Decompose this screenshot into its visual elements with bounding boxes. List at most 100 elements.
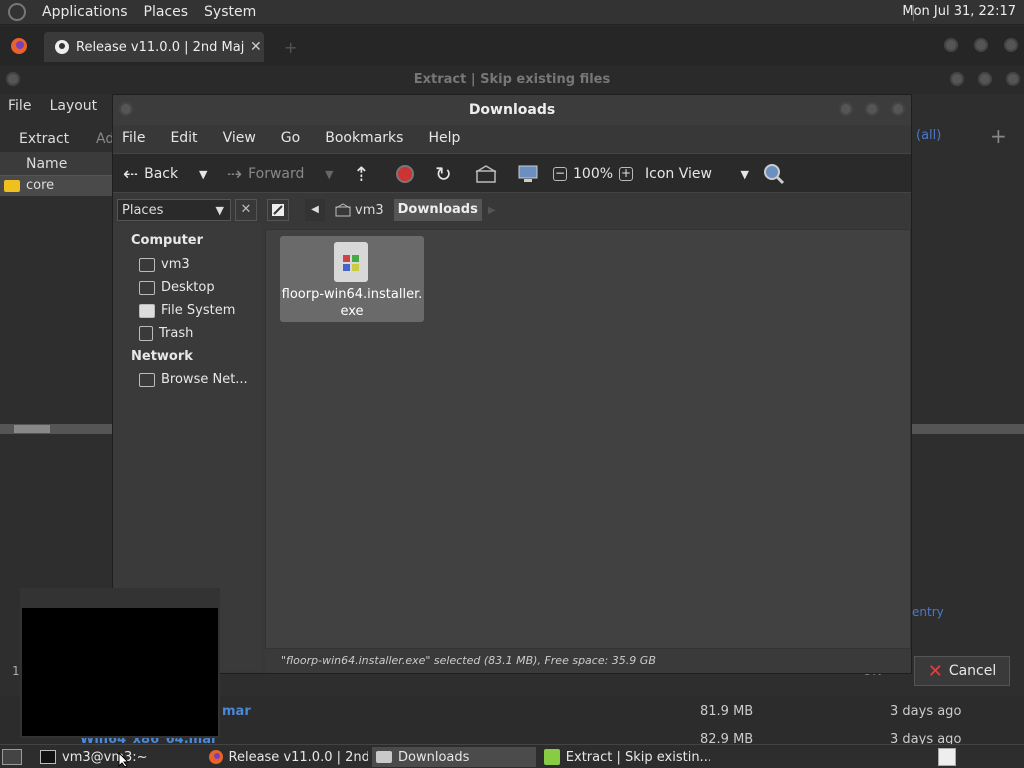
zoom-in-icon[interactable]: +	[619, 167, 634, 181]
github-icon	[55, 40, 69, 54]
terminal-preview-thumbnail[interactable]	[20, 588, 220, 738]
places-select[interactable]: Places ▼	[117, 199, 231, 221]
name-column[interactable]: Name	[26, 156, 67, 172]
file-size: 81.9 MB	[700, 704, 754, 719]
downloads-window: Downloads File Edit View Go Bookmarks He…	[112, 94, 912, 674]
executable-file-icon	[334, 242, 368, 282]
close-sidebar-icon[interactable]: ✕	[235, 199, 257, 221]
task-firefox[interactable]: Release v11.0.0 | 2nd...	[204, 747, 368, 767]
maximize-icon[interactable]	[974, 38, 988, 52]
reload-icon[interactable]: ↻	[435, 154, 452, 194]
select-all-link[interactable]: (all)	[916, 128, 941, 143]
system-menu[interactable]: System	[204, 4, 256, 20]
zoom-out-icon[interactable]: −	[553, 167, 567, 181]
file-name[interactable]: mar	[222, 704, 251, 719]
new-tab-icon[interactable]: +	[284, 38, 297, 57]
file-view[interactable]: floorp-win64.installer. exe	[265, 229, 911, 649]
home-icon	[139, 257, 155, 272]
computer-button[interactable]	[517, 154, 539, 194]
sidebar-item-desktop[interactable]: Desktop	[139, 280, 215, 295]
places-menu[interactable]: Places	[144, 4, 189, 20]
maximize-icon[interactable]	[865, 102, 879, 116]
path-left-arrow-icon[interactable]: ◀	[305, 199, 325, 221]
menu-edit[interactable]: Edit	[170, 130, 197, 146]
task-label: Extract | Skip existin...	[565, 749, 710, 765]
sidebar-item-vm3[interactable]: vm3	[139, 257, 190, 272]
edit-location-button[interactable]	[267, 199, 289, 221]
file-date: 3 days ago	[890, 704, 962, 719]
file-item[interactable]: floorp-win64.installer. exe	[280, 236, 424, 322]
applications-menu[interactable]: Applications	[42, 4, 128, 20]
add-icon[interactable]: +	[990, 124, 1007, 148]
sidebar-item-filesystem[interactable]: File System	[139, 303, 235, 318]
workspace-switcher[interactable]	[938, 748, 956, 766]
close-icon[interactable]	[891, 102, 905, 116]
forward-button[interactable]: ⇢ Forward	[227, 154, 304, 194]
extract-window-menu-icon[interactable]	[6, 72, 20, 86]
back-history-chevron-icon[interactable]: ▼	[199, 154, 207, 194]
sidebar-item-label: Browse Net...	[161, 372, 248, 387]
zoom-level[interactable]: 100%	[573, 166, 613, 182]
distro-logo-icon[interactable]	[8, 3, 26, 21]
forward-history-chevron-icon[interactable]: ▼	[325, 154, 333, 194]
task-downloads[interactable]: Downloads	[372, 747, 536, 767]
task-label: Downloads	[398, 749, 470, 765]
sidebar-item-browse-network[interactable]: Browse Net...	[139, 372, 248, 387]
show-desktop-icon[interactable]	[2, 749, 22, 765]
sidebar-item-label: Desktop	[161, 280, 215, 295]
menu-go[interactable]: Go	[281, 130, 300, 146]
task-terminal[interactable]: vm3@vm3:~	[36, 747, 196, 767]
sidebar-item-label: Trash	[159, 326, 194, 341]
firefox-icon[interactable]	[10, 37, 28, 55]
window-menu-icon[interactable]	[119, 102, 133, 116]
menu-file[interactable]: File	[122, 130, 145, 146]
extract-minimize-icon[interactable]	[950, 72, 964, 86]
computer-section-header: Computer	[131, 233, 204, 248]
back-button[interactable]: ⇠ Back	[123, 154, 178, 194]
zoom-control[interactable]: − 100% +	[553, 154, 634, 194]
home-icon	[475, 165, 497, 183]
extract-button[interactable]: Extract	[19, 131, 69, 147]
network-icon	[139, 372, 155, 387]
horizontal-scrollbar-left[interactable]	[0, 424, 112, 434]
menu-bookmarks[interactable]: Bookmarks	[325, 130, 403, 146]
task-label: vm3@vm3:~	[62, 749, 148, 765]
extract-menu-layout[interactable]: Layout	[50, 98, 98, 114]
clock[interactable]: Mon Jul 31, 22:17	[902, 4, 1016, 19]
path-button-downloads[interactable]: Downloads	[393, 199, 482, 221]
stop-button[interactable]	[395, 154, 415, 194]
menu-view[interactable]: View	[223, 130, 256, 146]
firefox-tab[interactable]: Release v11.0.0 | 2nd Major ✕	[44, 32, 264, 62]
cancel-icon: ✕	[927, 660, 943, 682]
cancel-button[interactable]: ✕ Cancel	[914, 656, 1010, 686]
close-tab-icon[interactable]: ✕	[250, 39, 262, 55]
file-name-line: exe	[340, 304, 364, 319]
extract-close-icon[interactable]	[1006, 72, 1020, 86]
task-extract[interactable]: Extract | Skip existin...	[540, 747, 710, 767]
path-right-arrow-icon[interactable]: ▶	[488, 205, 496, 216]
scrollbar-thumb[interactable]	[14, 425, 50, 433]
close-icon[interactable]	[1004, 38, 1018, 52]
horizontal-scrollbar-right[interactable]	[912, 424, 1024, 434]
file-name-label: floorp-win64.installer. exe	[280, 286, 424, 320]
file-name-line: floorp-win64.installer.	[281, 287, 423, 302]
menu-help[interactable]: Help	[428, 130, 460, 146]
status-bar: "floorp-win64.installer.exe" selected (8…	[265, 649, 911, 673]
sidebar-item-trash[interactable]: Trash	[139, 326, 193, 341]
tree-row[interactable]: core	[0, 176, 112, 196]
task-label: Release v11.0.0 | 2nd...	[228, 749, 368, 765]
extract-maximize-icon[interactable]	[978, 72, 992, 86]
search-button[interactable]	[763, 154, 785, 194]
minimize-icon[interactable]	[839, 102, 853, 116]
line-number: 1	[12, 664, 20, 678]
entry-link[interactable]: entry	[912, 605, 944, 619]
file-date: 3 days ago	[890, 732, 962, 744]
view-mode-select[interactable]: Icon View ▼	[645, 154, 749, 194]
extract-menu-file[interactable]: File	[8, 98, 31, 114]
extract-window-title: Extract | Skip existing files	[0, 66, 1024, 94]
minimize-icon[interactable]	[944, 38, 958, 52]
path-button-vm3[interactable]: vm3	[331, 199, 388, 221]
search-icon	[764, 164, 785, 185]
up-icon[interactable]: ⇡	[353, 154, 370, 194]
home-button[interactable]	[475, 154, 497, 194]
